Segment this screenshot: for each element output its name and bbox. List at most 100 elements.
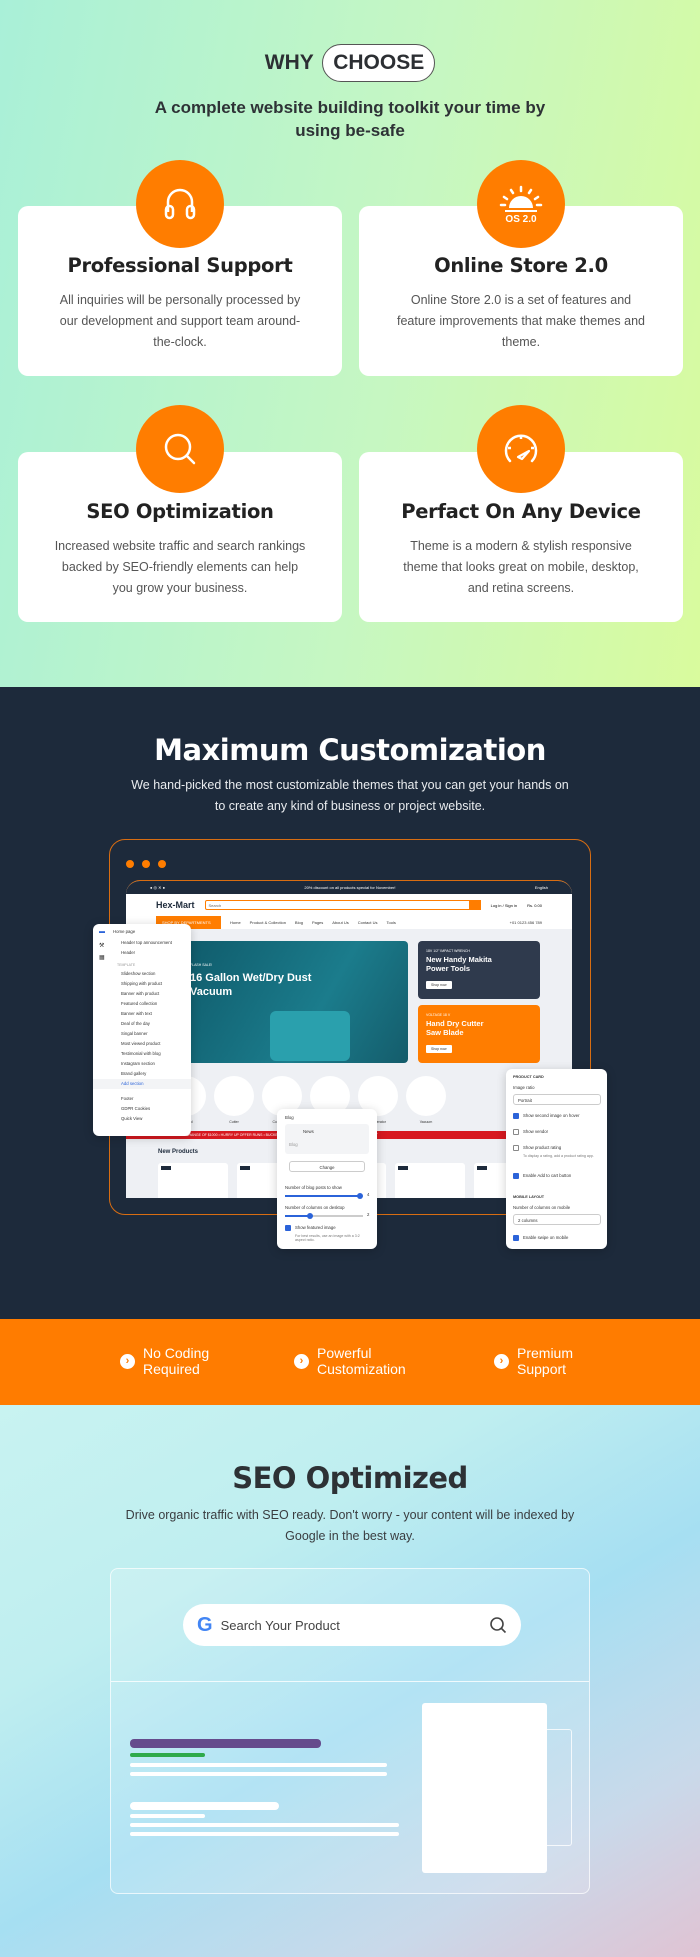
phone-number: +01 0123 456 789 (509, 920, 542, 925)
store-search-input[interactable]: Search (204, 900, 481, 910)
result-title-bar (130, 1802, 279, 1810)
blog-sub: Blog (289, 1142, 298, 1147)
cart-total[interactable]: Rs. 0.00 (527, 903, 542, 908)
section-item[interactable]: Slideshow section (93, 969, 191, 979)
card-title: Perfact On Any Device (401, 500, 641, 523)
blog-picker: News Blog (285, 1124, 369, 1154)
nav-item[interactable]: Contact Us (358, 920, 378, 925)
section-item[interactable]: Singal banner (93, 1029, 191, 1039)
section-item[interactable]: Banner with product (93, 989, 191, 999)
image-placeholder-back (547, 1729, 572, 1846)
account-link[interactable]: Log in / Sign in (491, 903, 517, 908)
category-item[interactable]: Cutter (214, 1076, 254, 1124)
why-choose-section: WHY CHOOSE A complete website building t… (0, 0, 700, 687)
show-featured-checkbox[interactable]: Show featured image (285, 1225, 336, 1231)
page-name[interactable]: Home page (93, 927, 191, 937)
google-search-bar[interactable]: G Search Your Product (183, 1604, 521, 1646)
store-logo[interactable]: Hex-Mart (156, 900, 195, 910)
card-text: Increased website traffic and search ran… (54, 539, 306, 595)
result-url-bar (130, 1753, 205, 1757)
section-item[interactable]: Banner with text (93, 1009, 191, 1019)
option-checkbox[interactable]: Show product rating (513, 1145, 561, 1151)
mobile-cols-select[interactable]: 2 columns (513, 1214, 601, 1225)
nav-item[interactable]: About Us (332, 920, 348, 925)
chevron-right-icon: › (294, 1353, 309, 1369)
card-title: Online Store 2.0 (434, 254, 608, 277)
add-section-button[interactable]: Add section (93, 1079, 191, 1089)
section-item[interactable]: Quick View (93, 1114, 191, 1124)
nav-item[interactable]: Pages (312, 920, 323, 925)
shop-now-button[interactable]: Shop now (426, 981, 452, 989)
result-title-bar (130, 1739, 321, 1748)
section-item[interactable]: GDPR Cookies (93, 1104, 191, 1114)
product-card[interactable] (395, 1163, 465, 1198)
section-item[interactable]: Header top announcement (93, 938, 191, 948)
section-item[interactable]: Deal of the day (93, 1019, 191, 1029)
promo-banner[interactable]: VOLTAGE 18 V Hand Dry Cutter Saw Blade S… (418, 1005, 540, 1063)
nav-item[interactable]: Product & Collection (250, 920, 286, 925)
slider-handle[interactable] (307, 1213, 313, 1219)
result-url-bar (130, 1814, 205, 1818)
announcement-text: 20% discount on all products special for… (304, 885, 396, 890)
vacuum-image (270, 1011, 350, 1061)
promo-banner[interactable]: 18V 1/2" IMPACT WRENCH New Handy Makita … (418, 941, 540, 999)
image-ratio-label: Image ratio (513, 1085, 535, 1090)
option-checkbox[interactable]: Show second image on hover (513, 1113, 580, 1119)
section-item[interactable]: Most viewed product (93, 1039, 191, 1049)
customization-subtitle: We hand-picked the most customizable the… (131, 778, 569, 813)
google-logo-icon: G (197, 1613, 213, 1636)
card-title: Professional Support (67, 254, 293, 277)
nav-item[interactable]: Blog (295, 920, 303, 925)
os2-label: OS 2.0 (505, 213, 537, 225)
search-placeholder: Search Your Product (220, 1617, 340, 1633)
product-card-title: PRODUCT CARD (513, 1075, 544, 1079)
nav-item[interactable]: Home (230, 920, 241, 925)
search-button[interactable] (468, 900, 481, 910)
blog-label: Blog (285, 1115, 294, 1120)
product-card[interactable] (158, 1163, 228, 1198)
result-text-line (130, 1832, 399, 1836)
section-item[interactable]: Header (93, 948, 191, 958)
window-dot (142, 860, 150, 868)
section-item[interactable]: Shipping with product (93, 979, 191, 989)
language-select[interactable]: English (535, 885, 548, 890)
nav-item[interactable]: Tools (387, 920, 396, 925)
blog-name[interactable]: News (303, 1129, 314, 1134)
image-ratio-select[interactable]: Portrait (513, 1094, 601, 1105)
section-item[interactable]: Featured collection (93, 999, 191, 1009)
features-band: › No Coding Required › Powerful Customizat… (0, 1319, 700, 1405)
section-item[interactable]: Instagram section (93, 1059, 191, 1069)
image-placeholder (422, 1703, 547, 1873)
option-checkbox[interactable]: Show vendor (513, 1129, 548, 1135)
option-checkbox[interactable]: Enable Add to cart button (513, 1173, 571, 1179)
change-blog-button[interactable]: Change (289, 1161, 365, 1172)
hero-slide: FLASH SALE! 16 Gallon Wet/Dry Dust Vacuu… (180, 941, 408, 1063)
seo-section: SEO Optimized Drive organic traffic with… (0, 1405, 700, 1957)
announcement-bar: ● ◎ ✕ ● 20% discount on all products spe… (126, 881, 572, 894)
speedometer-icon (477, 405, 565, 493)
posts-count-slider[interactable] (285, 1195, 360, 1197)
section-item[interactable]: Brand gallery (93, 1069, 191, 1079)
swipe-checkbox[interactable]: Enable swipe on mobile (513, 1235, 568, 1241)
card-text: Theme is a modern & stylish responsive t… (403, 539, 639, 595)
card-text: Online Store 2.0 is a set of features an… (396, 293, 646, 349)
shop-now-button[interactable]: Shop now (426, 1045, 452, 1053)
mobile-layout-title: MOBILE LAYOUT (513, 1195, 545, 1199)
search-icon[interactable] (489, 1616, 507, 1634)
slider-handle[interactable] (357, 1193, 363, 1199)
section-item[interactable]: Footer (93, 1094, 191, 1104)
store-nav: SHOP BY DEPARTMENTS Home Product & Colle… (126, 916, 572, 929)
hero-title: 16 Gallon Wet/Dry Dust Vacuum (190, 972, 312, 998)
category-item[interactable]: Vacuum (406, 1076, 446, 1124)
search-placeholder: Search (208, 903, 222, 908)
new-products-heading: New Products (158, 1149, 199, 1155)
section-item[interactable]: Testimonial with blog (93, 1049, 191, 1059)
banner-title: Hand Dry Cutter Saw Blade (426, 1019, 484, 1037)
band-item: › No Coding Required (120, 1345, 228, 1377)
search-icon (136, 405, 224, 493)
seo-subtitle: Drive organic traffic with SEO ready. Do… (125, 1508, 575, 1543)
posts-count-value: 4 (367, 1192, 370, 1197)
store-header: Hex-Mart Search Log in / Sign in Rs. 0.0… (126, 894, 572, 916)
seo-title: SEO Optimized (232, 1461, 468, 1495)
sections-panel: ▬ ⚒ ▦ Home page Header top announcement … (93, 924, 191, 1136)
